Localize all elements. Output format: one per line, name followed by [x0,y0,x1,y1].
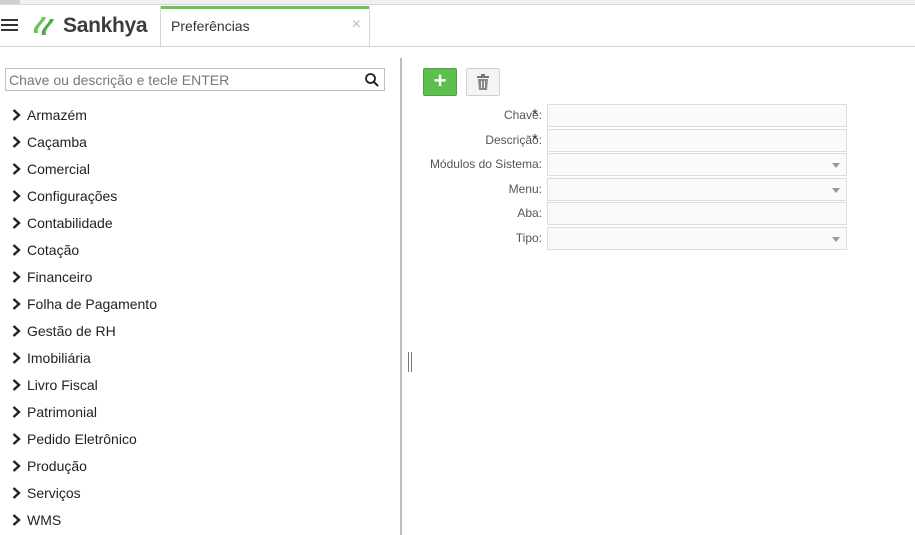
tree-item-label: Imobiliária [27,349,91,366]
chave-input[interactable] [548,105,846,126]
sankhya-logo-icon [33,17,54,35]
app-header: Sankhya Preferências × [0,5,915,47]
tree-item-label: Cotação [27,241,80,258]
add-button[interactable]: + [423,68,457,96]
tree-item-label: Pedido Eletrônico [27,430,137,447]
brand-logo[interactable]: Sankhya [30,12,148,40]
tree-item-label: Comercial [27,160,91,177]
descricao-input[interactable] [548,130,846,151]
chevron-right-icon[interactable] [10,324,22,338]
form-row-modulos: Módulos do Sistema: [400,153,850,176]
tree-item[interactable]: Folha de Pagamento [10,290,157,317]
splitter-grip-icon[interactable] [407,352,412,372]
aba-field-box [547,202,847,225]
form-row-aba: Aba: [400,202,850,225]
tree-item[interactable]: Livro Fiscal [10,371,157,398]
caret-down-icon[interactable] [832,188,840,193]
search-icon[interactable] [364,72,380,88]
delete-button[interactable] [466,68,500,96]
form-row-tipo: Tipo: [400,227,850,250]
chevron-right-icon[interactable] [10,135,22,149]
form-row-menu: Menu: [400,178,850,201]
tree-item-label: Produção [27,457,87,474]
tree-item-label: Caçamba [27,133,87,150]
chevron-right-icon[interactable] [10,351,22,365]
tree-item[interactable]: Cotação [10,236,157,263]
tree-item[interactable]: Pedido Eletrônico [10,425,157,452]
form-row-chave: Chave: * [400,104,850,127]
tree-item[interactable]: Gestão de RH [10,317,157,344]
tree-item[interactable]: Comercial [10,155,157,182]
caret-down-icon[interactable] [832,237,840,242]
chevron-right-icon[interactable] [10,189,22,203]
chevron-right-icon[interactable] [10,513,22,527]
tree-item[interactable]: Armazém [10,101,157,128]
tree-item[interactable]: Serviços [10,479,157,506]
tree-item-label: Folha de Pagamento [27,295,157,312]
tree-item-label: Financeiro [27,268,93,285]
tree-item-label: Serviços [27,484,81,501]
tree-item[interactable]: Configurações [10,182,157,209]
tipo-label: Tipo: [515,231,542,245]
chevron-right-icon[interactable] [10,162,22,176]
tree-item-label: Contabilidade [27,214,113,231]
chevron-right-icon[interactable] [10,459,22,473]
tree-item-label: WMS [27,511,62,528]
chevron-right-icon[interactable] [10,297,22,311]
hamburger-menu-icon[interactable] [0,17,20,33]
tree-item[interactable]: WMS [10,506,157,533]
browser-tab-indicator [0,0,20,4]
aba-label: Aba: [517,206,542,220]
menu-label: Menu: [508,182,542,196]
chave-field-box [547,104,847,127]
descricao-field-box [547,129,847,152]
tree-item-label: Armazém [27,106,87,123]
menu-select[interactable] [547,178,847,201]
search-box [5,68,385,91]
aba-input[interactable] [548,203,846,224]
close-icon[interactable]: × [352,16,361,34]
chevron-right-icon[interactable] [10,432,22,446]
tree-item[interactable]: Patrimonial [10,398,157,425]
brand-name: Sankhya [63,14,148,37]
chevron-right-icon[interactable] [10,216,22,230]
tree-item[interactable]: Produção [10,452,157,479]
chevron-right-icon[interactable] [10,378,22,392]
preferences-tree-panel: Armazém Caçamba Comercial Configurações Cont… [0,48,400,535]
required-marker: * [532,131,538,148]
tipo-select[interactable] [547,227,847,250]
tree-item[interactable]: Contabilidade [10,209,157,236]
search-input[interactable] [6,69,356,90]
tree-item[interactable]: Imobiliária [10,344,157,371]
trash-icon [477,74,489,90]
category-tree: Armazém Caçamba Comercial Configurações Cont… [10,101,157,533]
modulos-select[interactable] [547,153,847,176]
caret-down-icon[interactable] [832,163,840,168]
chevron-right-icon[interactable] [10,405,22,419]
chevron-right-icon[interactable] [10,486,22,500]
tree-item-label: Livro Fiscal [27,376,98,393]
tree-item-label: Patrimonial [27,403,98,420]
tree-item[interactable]: Financeiro [10,263,157,290]
tree-item-label: Gestão de RH [27,322,116,339]
tab-preferencias[interactable]: Preferências × [160,6,370,46]
chevron-right-icon[interactable] [10,270,22,284]
tree-item[interactable]: Caçamba [10,128,157,155]
tab-label: Preferências [171,18,250,34]
chevron-right-icon[interactable] [10,243,22,257]
modulos-label: Módulos do Sistema: [429,157,542,171]
required-marker: * [532,106,538,123]
form-row-descricao: Descrição: * [400,129,850,152]
tree-item-label: Configurações [27,187,118,204]
chevron-right-icon[interactable] [10,108,22,122]
tab-active-indicator [161,6,369,9]
